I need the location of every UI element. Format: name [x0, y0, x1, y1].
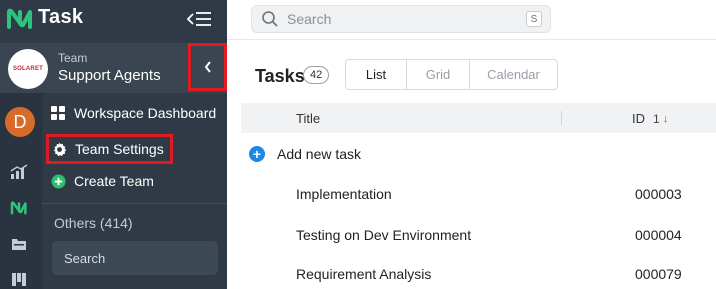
plus-circle-icon: +	[249, 146, 265, 162]
main-content: Search S Tasks 42 List Grid Calendar Tit…	[227, 0, 716, 289]
collapse-team-button[interactable]	[188, 43, 227, 91]
avatar[interactable]: D	[5, 107, 35, 137]
view-toggle: List Grid Calendar	[345, 59, 558, 90]
sidebar: Task SOLARET Team Support Agents D Works…	[0, 0, 227, 289]
menu-item-workspace-dashboard[interactable]: Workspace Dashboard	[50, 100, 216, 126]
menu-item-team-settings[interactable]: Team Settings	[46, 134, 173, 164]
add-new-task-button[interactable]: + Add new task	[249, 143, 361, 165]
task-title: Implementation	[296, 186, 392, 202]
tab-grid[interactable]: Grid	[407, 60, 470, 89]
table-row[interactable]: Testing on Dev Environment 000004	[241, 215, 716, 255]
team-name: Support Agents	[58, 67, 161, 84]
menu-item-label: Create Team	[74, 173, 154, 189]
column-header-id-label: ID	[632, 111, 645, 126]
task-title: Requirement Analysis	[296, 266, 432, 282]
header-divider	[227, 39, 716, 40]
search-shortcut-key: S	[526, 11, 542, 27]
table-row[interactable]: Implementation 000003	[241, 174, 716, 214]
task-title: Testing on Dev Environment	[296, 227, 472, 243]
team-logo-text: SOLARET	[12, 66, 44, 72]
task-id: 000079	[635, 266, 682, 282]
grid-icon	[50, 105, 66, 121]
others-count: Others (414)	[54, 215, 133, 231]
menu-item-create-team[interactable]: Create Team	[50, 168, 154, 194]
page-title: Tasks	[255, 66, 305, 86]
menu-item-label: Team Settings	[75, 141, 164, 157]
board-icon[interactable]	[9, 270, 29, 288]
sort-arrow-icon: ↓	[662, 112, 669, 125]
column-header-title[interactable]: Title	[296, 111, 320, 126]
menu-item-label: Workspace Dashboard	[74, 105, 217, 121]
search-icon	[262, 11, 278, 27]
table-header: Title ID 1 ↓	[241, 103, 716, 133]
tab-list[interactable]: List	[346, 60, 407, 89]
team-caption: Team	[58, 51, 88, 65]
sort-index: 1	[653, 111, 660, 126]
team-menu: Workspace Dashboard Team Settings Create…	[42, 93, 227, 289]
add-new-task-label: Add new task	[277, 146, 362, 162]
plus-circle-icon	[50, 173, 66, 189]
analytics-icon[interactable]	[9, 163, 29, 181]
team-search-input[interactable]: Search	[52, 241, 218, 275]
folder-icon[interactable]	[9, 235, 29, 253]
global-search-input[interactable]: Search S	[251, 5, 551, 33]
tab-calendar[interactable]: Calendar	[470, 60, 557, 89]
app-header: Task	[0, 0, 227, 38]
column-header-id[interactable]: ID 1 ↓	[632, 111, 668, 126]
search-placeholder: Search	[287, 11, 332, 27]
task-id: 000003	[635, 186, 682, 202]
icon-rail: D	[0, 93, 42, 289]
column-divider	[561, 111, 562, 125]
app-title: Task	[38, 6, 84, 28]
nx-logo-icon[interactable]	[9, 199, 29, 217]
team-logo: SOLARET	[8, 49, 48, 89]
task-count-badge: 42	[303, 66, 330, 84]
gear-icon	[51, 141, 67, 157]
task-id: 000004	[635, 227, 682, 243]
table-row[interactable]: Requirement Analysis 000079	[241, 254, 716, 289]
nx-logo-icon	[7, 8, 32, 29]
chevron-left-icon	[204, 61, 211, 73]
collapse-menu-icon[interactable]	[185, 9, 213, 29]
menu-divider	[42, 203, 227, 204]
